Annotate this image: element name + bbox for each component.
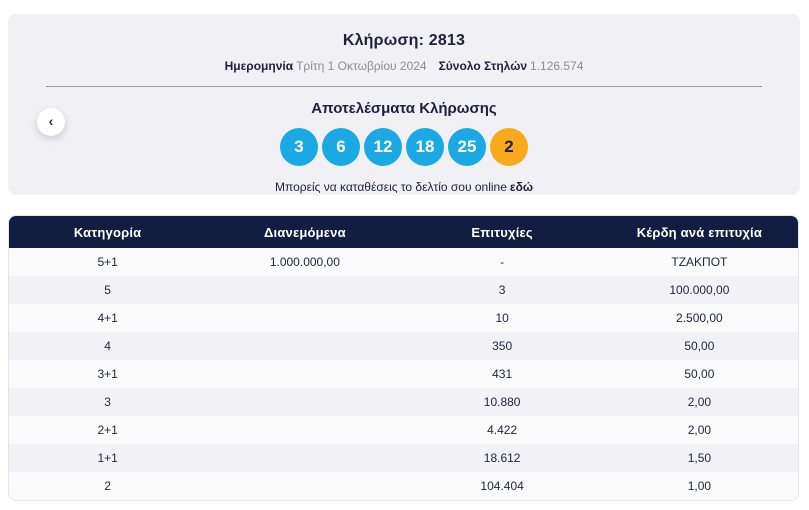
prize-table-card: Κατηγορία Διανεμόμενα Επιτυχίες Κέρδη ανά ε… — [8, 215, 799, 501]
prize-cell: 50,00 — [684, 339, 715, 353]
drawn-numbers-row: 3 6 12 18 25 2 — [8, 128, 800, 166]
distributed-cell — [206, 416, 403, 444]
wins-cell: 3 — [498, 283, 506, 297]
prize-table: Κατηγορία Διανεμόμενα Επιτυχίες Κέρδη ανά ε… — [9, 216, 798, 500]
distributed-cell — [206, 332, 403, 360]
distributed-cell: 1.000.000,00 — [269, 255, 340, 269]
prize-cell: 2,00 — [687, 395, 712, 409]
header-row: Κατηγορία Διανεμόμενα Επιτυχίες Κέρδη ανά ε… — [9, 216, 798, 248]
draw-summary-card: Κλήρωση: 2813 Ημερομηνία Τρίτη 1 Οκτωβρίο… — [8, 14, 800, 195]
category-cell: 2 — [104, 479, 111, 493]
table-row: 4 350 50,00 — [9, 332, 798, 360]
category-cell: 5 — [104, 283, 111, 297]
wins-cell: 350 — [492, 339, 513, 353]
distributed-cell — [206, 472, 403, 500]
table-row: 4+1 10 2.500,00 — [9, 304, 798, 332]
wins-cell: 10 — [495, 311, 509, 325]
draw-title: Κλήρωση: 2813 — [342, 32, 466, 49]
table-row: 3+1 431 50,00 — [9, 360, 798, 388]
column-header: Κατηγορία — [9, 216, 207, 248]
distributed-cell — [206, 388, 403, 416]
category-cell: 3 — [104, 395, 111, 409]
wins-cell: 104.404 — [480, 479, 524, 493]
table-row: 5+1 1.000.000,00 - ΤΖΑΚΠΟΤ — [9, 248, 798, 276]
distributed-cell — [206, 304, 403, 332]
table-row: 3 10.880 2,00 — [9, 388, 798, 416]
table-row: 2 104.404 1,00 — [9, 472, 798, 500]
prize-table-body: 5+1 1.000.000,00 - ΤΖΑΚΠΟΤ 5 3 100.000,00 4+1 10… — [9, 248, 798, 500]
results-title: Αποτελέσματα Κλήρωσης — [311, 100, 497, 117]
category-cell: 4+1 — [97, 311, 118, 325]
category-cell: 3+1 — [97, 367, 118, 381]
table-row: 1+1 18.612 1,50 — [9, 444, 798, 472]
column-header: Διανεμόμενα — [206, 216, 404, 248]
previous-draw-button[interactable]: ‹ — [37, 108, 65, 136]
table-row: 2+1 4.422 2,00 — [9, 416, 798, 444]
column-header: Επιτυχίες — [403, 216, 601, 248]
category-cell: 4 — [104, 339, 111, 353]
columns-value: 1.126.574 — [530, 59, 584, 73]
prize-cell: 2,00 — [687, 423, 712, 437]
columns-label: Σύνολο Στηλών — [438, 59, 528, 73]
category-cell: 5+1 — [97, 255, 118, 269]
prize-cell: 100.000,00 — [669, 283, 730, 297]
wins-cell: 10.880 — [483, 395, 521, 409]
drawn-number-ball: 18 — [406, 128, 444, 166]
online-note-text: Μπορείς να καταθέσεις το δελτίο σου onli… — [274, 180, 507, 194]
wins-cell: 4.422 — [487, 423, 518, 437]
category-cell: 2+1 — [97, 423, 118, 437]
drawn-number-ball: 25 — [448, 128, 486, 166]
divider — [46, 86, 762, 87]
wins-cell: 18.612 — [483, 451, 521, 465]
prize-cell: 2.500,00 — [676, 311, 723, 325]
prize-cell: 1,50 — [687, 451, 712, 465]
prize-table-header: Κατηγορία Διανεμόμενα Επιτυχίες Κέρδη ανά ε… — [9, 216, 798, 248]
distributed-cell — [206, 276, 403, 304]
wins-cell: - — [500, 255, 505, 269]
joker-number-ball: 2 — [490, 128, 528, 166]
drawn-number-ball: 12 — [364, 128, 402, 166]
prize-cell: 1,00 — [687, 479, 712, 493]
online-note: Μπορείς να καταθέσεις το δελτίο σου onli… — [8, 180, 800, 194]
distributed-cell — [206, 444, 403, 472]
distributed-cell — [206, 360, 403, 388]
wins-cell: 431 — [492, 367, 513, 381]
chevron-left-icon: ‹ — [48, 113, 54, 129]
date-label: Ημερομηνία — [224, 59, 294, 73]
category-cell: 1+1 — [97, 451, 118, 465]
prize-cell: 50,00 — [684, 367, 715, 381]
prize-cell: ΤΖΑΚΠΟΤ — [671, 255, 728, 269]
column-header: Κέρδη ανά επιτυχία — [600, 216, 798, 248]
table-row: 5 3 100.000,00 — [9, 276, 798, 304]
date-value: Τρίτη 1 Οκτωβρίου 2024 — [296, 59, 427, 73]
drawn-number-ball: 3 — [280, 128, 318, 166]
draw-meta: Ημερομηνία Τρίτη 1 Οκτωβρίου 2024 Σύνολο Σ… — [8, 59, 800, 73]
online-here-link[interactable]: εδώ — [510, 180, 533, 194]
drawn-number-ball: 6 — [322, 128, 360, 166]
